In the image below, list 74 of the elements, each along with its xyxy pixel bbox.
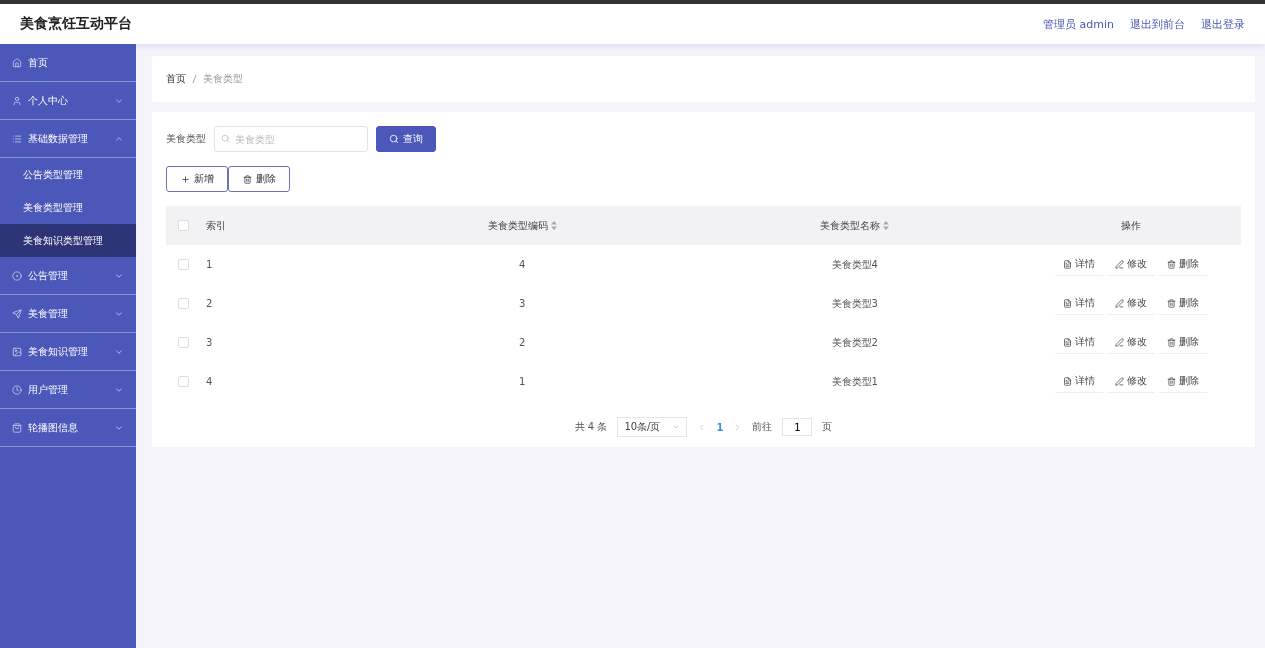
goto-page-field[interactable]: 1 xyxy=(782,418,813,436)
pen-icon xyxy=(1115,376,1124,386)
separator-icon xyxy=(192,74,197,84)
trash-icon xyxy=(1167,337,1176,347)
home-icon xyxy=(12,57,22,68)
row-checkbox[interactable] xyxy=(178,259,189,270)
table-cell-text: 美食类型3 xyxy=(830,296,879,311)
menu-item[interactable]: 公告管理 xyxy=(0,257,136,295)
column-header[interactable]: 美食类型名称 xyxy=(820,218,881,233)
submenu-item[interactable]: 美食知识类型管理 xyxy=(0,224,136,257)
page-size-select[interactable]: 10条/页 xyxy=(617,417,688,437)
document-icon xyxy=(1063,298,1072,308)
breadcrumb-item[interactable]: 首页 xyxy=(166,72,186,86)
menu-item[interactable]: 首页 xyxy=(0,44,136,82)
submenu-item[interactable]: 公告类型管理 xyxy=(0,158,136,191)
document-icon xyxy=(1063,337,1072,347)
menu-item[interactable]: 基础数据管理 xyxy=(0,120,136,158)
column-header[interactable]: 美食类型编码 xyxy=(487,218,548,233)
row-checkbox[interactable] xyxy=(178,298,189,309)
menu-item[interactable]: 美食管理 xyxy=(0,295,136,333)
table-cell-text: 4 xyxy=(206,376,214,387)
table-cell-text: 美食类型4 xyxy=(830,257,879,272)
add-button[interactable]: 新增 xyxy=(166,166,228,192)
table-cell-text: 1 xyxy=(518,376,527,387)
table-cell-text: 4 xyxy=(518,259,527,270)
goto-label: 前往 xyxy=(752,420,773,434)
total-count: 共 4 条 xyxy=(574,420,608,434)
table-cell-text: 2 xyxy=(518,337,527,348)
trash-icon xyxy=(242,174,252,184)
trash-icon xyxy=(1167,298,1176,308)
column-header: 操作 xyxy=(1120,218,1142,233)
search-label: 美食类型 xyxy=(166,132,206,146)
menu-item[interactable]: 轮播图信息 xyxy=(0,409,136,447)
paper-plane-icon xyxy=(12,308,22,319)
row-checkbox[interactable] xyxy=(178,376,189,387)
sort-icon[interactable] xyxy=(550,221,557,230)
chevron-down-icon xyxy=(672,423,681,431)
table-cell-text: 1 xyxy=(206,259,214,270)
table-cell-text: 美食类型1 xyxy=(830,374,879,389)
delete-button[interactable]: 删除 xyxy=(228,166,290,192)
menu-item[interactable]: 用户管理 xyxy=(0,371,136,409)
trash-icon xyxy=(1167,376,1176,386)
table-cell-text: 美食类型2 xyxy=(830,335,879,350)
sort-icon[interactable] xyxy=(883,221,890,230)
search-button[interactable]: 查询 xyxy=(376,126,436,152)
table-cell-text: 3 xyxy=(206,337,214,348)
pen-icon xyxy=(1115,298,1124,308)
bag-icon xyxy=(12,422,22,433)
column-header: 索引 xyxy=(206,218,227,233)
clock-icon xyxy=(12,384,22,395)
pen-icon xyxy=(1115,259,1124,269)
menu-item[interactable]: 美食知识管理 xyxy=(0,333,136,371)
plus-icon xyxy=(180,174,190,184)
trash-icon xyxy=(1167,259,1176,269)
circle-icon xyxy=(12,270,22,281)
list-icon xyxy=(12,133,22,144)
header-link[interactable]: 退出到前台 xyxy=(1130,16,1185,32)
image-icon xyxy=(12,346,22,357)
pen-icon xyxy=(1115,337,1124,347)
row-checkbox[interactable] xyxy=(178,337,189,348)
submenu-item[interactable]: 美食类型管理 xyxy=(0,191,136,224)
menu-item[interactable]: 个人中心 xyxy=(0,82,136,120)
page-suffix: 页 xyxy=(822,420,833,434)
search-icon xyxy=(389,134,399,144)
document-icon xyxy=(1063,259,1072,269)
app-title: 美食烹饪互动平台 xyxy=(20,15,132,33)
table-cell-text: 2 xyxy=(206,298,214,309)
header-link[interactable]: 管理员 admin xyxy=(1043,16,1114,32)
search-icon xyxy=(221,134,230,143)
table-cell-text: 3 xyxy=(518,298,527,309)
select-all-checkbox[interactable] xyxy=(178,220,189,231)
document-icon xyxy=(1063,376,1072,386)
header-link[interactable]: 退出登录 xyxy=(1201,16,1245,32)
user-icon xyxy=(12,95,22,106)
